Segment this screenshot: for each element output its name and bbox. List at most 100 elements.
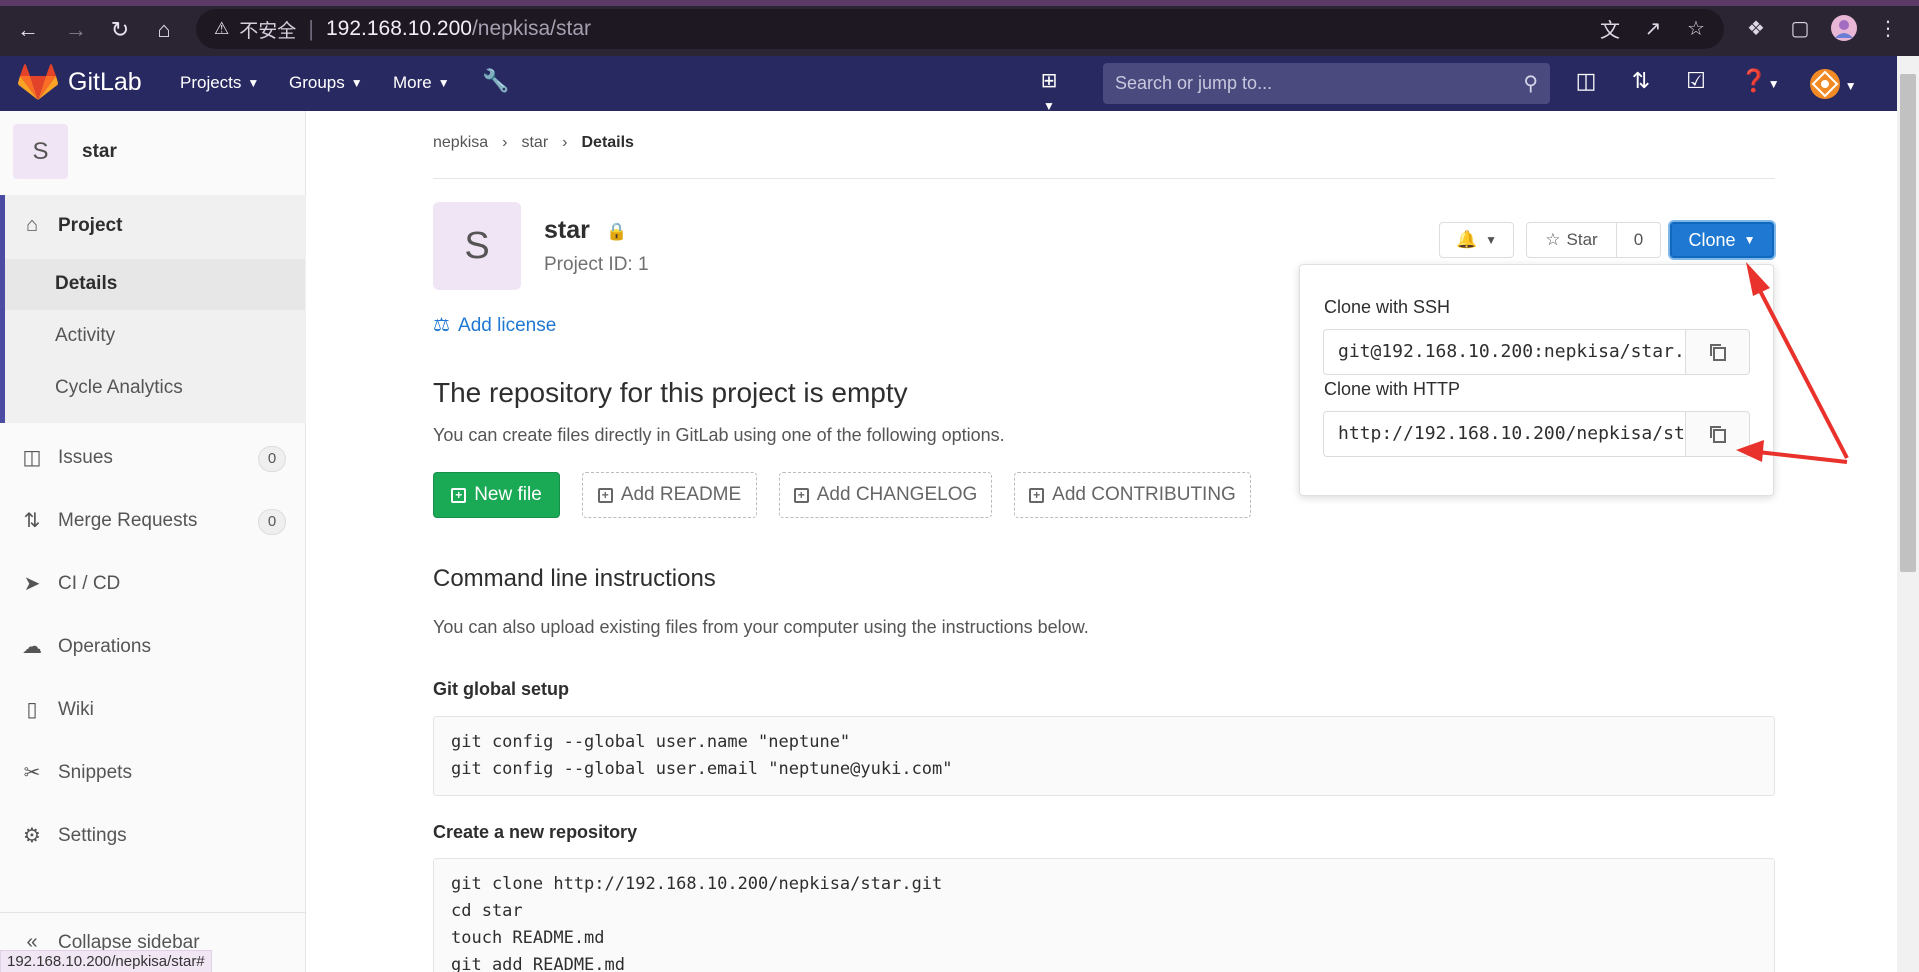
nav-more-label: More [393,73,432,92]
sidebar-item-merge-requests[interactable]: ⇅ Merge Requests [20,508,198,533]
sidebar-subitem-activity[interactable]: Activity [55,325,115,347]
sidebar-subitem-cycle-analytics[interactable]: Cycle Analytics [55,377,183,399]
star-label: Star [1566,230,1598,249]
create-repo-code: git clone http://192.168.10.200/nepkisa/… [433,858,1775,972]
translate-icon[interactable]: 文 [1594,12,1626,44]
reload-icon[interactable]: ↻ [102,12,138,48]
gear-icon: ⚙ [23,825,41,847]
bell-icon: 🔔 [1455,230,1478,249]
plus-square-icon: + [1029,487,1045,503]
sidebar-project-header[interactable]: S star [13,124,117,179]
add-readme-button[interactable]: + Add README [582,472,757,518]
lock-icon: 🔒 [606,222,628,241]
browser-menu-icon[interactable]: ⋮ [1872,12,1904,44]
issues-icon: ◫ [22,447,42,469]
warning-icon: ⚠ [214,19,230,38]
plus-square-icon: + [793,487,809,503]
merge-requests-count-badge: 0 [258,509,286,535]
clone-label: Clone [1688,229,1736,250]
breadcrumb: nepkisa › star › Details [433,134,634,152]
star-button[interactable]: ☆ Star [1527,223,1617,257]
book-icon: ▯ [26,699,38,721]
issues-nav-icon[interactable]: ◫ [1571,68,1601,94]
clone-ssh-label: Clone with SSH [1324,297,1451,317]
user-avatar-icon[interactable]: ▼ [1803,68,1863,100]
search-icon: ⚲ [1523,73,1538,95]
sidebar-item-label: Settings [58,824,127,846]
sidebar-item-label: Merge Requests [58,509,198,531]
copy-http-url-button[interactable] [1685,411,1750,457]
home-icon: ⌂ [25,214,39,236]
sidepanel-icon[interactable]: ▢ [1784,12,1816,44]
scale-icon: ⚖ [433,315,451,336]
nav-projects-label: Projects [180,73,242,92]
back-icon[interactable]: ← [10,12,46,48]
sidebar-item-settings[interactable]: ⚙ Settings [20,823,127,848]
notification-dropdown[interactable]: 🔔 ▼ [1439,222,1514,258]
todos-nav-icon[interactable]: ☑ [1681,68,1711,94]
nav-more[interactable]: More ▼ [393,73,450,93]
nav-groups-label: Groups [289,73,345,92]
extensions-icon[interactable]: ❖ [1740,12,1772,44]
scissors-icon: ✂ [23,762,41,784]
url-host: 192.168.10.200 [325,17,472,40]
cloud-gear-icon: ☁ [22,636,42,658]
clone-button[interactable]: Clone ▼ [1670,222,1774,258]
new-file-button[interactable]: + New file [433,472,560,518]
chevron-right-icon: › [502,134,508,151]
sidebar-item-label: Wiki [58,698,94,720]
issues-count-badge: 0 [258,446,286,472]
add-contributing-label: Add CONTRIBUTING [1052,484,1236,505]
chevron-down-icon: ▼ [247,76,260,90]
search-input[interactable]: Search or jump to... ⚲ [1103,63,1550,104]
breadcrumb-item[interactable]: nepkisa [433,134,488,152]
chevron-right-icon: › [562,134,568,151]
url-path: /nepkisa/star [471,17,592,40]
share-icon[interactable]: ↗ [1637,12,1669,44]
bookmark-star-icon[interactable]: ☆ [1680,12,1712,44]
create-repo-title: Create a new repository [433,822,638,842]
chevron-down-icon: ▼ [350,76,363,90]
sidebar-item-label: CI / CD [58,572,121,594]
git-global-setup-code: git config --global user.name "neptune" … [433,716,1775,796]
sidebar-item-ci-cd[interactable]: ➤ CI / CD [20,571,121,596]
add-license-link[interactable]: ⚖ Add license [433,314,556,337]
admin-wrench-icon[interactable]: 🔧 [481,68,511,94]
breadcrumb-item[interactable]: star [521,134,548,152]
star-count[interactable]: 0 [1617,230,1660,250]
sidebar-item-wiki[interactable]: ▯ Wiki [20,697,94,722]
scrollbar-thumb[interactable] [1900,74,1916,572]
merge-requests-nav-icon[interactable]: ⇅ [1626,68,1656,94]
gitlab-logo-icon[interactable] [18,64,58,107]
add-license-label: Add license [458,314,557,336]
sidebar-item-issues[interactable]: ◫ Issues [20,445,113,470]
gitlab-brand[interactable]: GitLab [68,68,142,97]
add-changelog-label: Add CHANGELOG [816,484,978,505]
copy-icon [1709,344,1726,361]
new-item-plus-icon[interactable]: ⊞ ▼ [1034,68,1064,116]
clone-ssh-url-field[interactable]: git@192.168.10.200:nepkisa/star.git [1323,329,1686,375]
star-button-group: ☆ Star 0 [1526,222,1661,258]
sidebar-item-operations[interactable]: ☁ Operations [20,634,151,659]
nav-groups[interactable]: Groups ▼ [289,73,363,93]
add-changelog-button[interactable]: + Add CHANGELOG [779,472,992,518]
sidebar-item-snippets[interactable]: ✂ Snippets [20,760,132,785]
sidebar-subitem-details[interactable]: Details [55,273,117,295]
profile-avatar-icon[interactable] [1828,12,1860,44]
breadcrumb-current[interactable]: Details [581,134,633,152]
nav-projects[interactable]: Projects ▼ [180,73,259,93]
help-icon[interactable]: ❓▼ [1735,68,1785,94]
chevron-down-icon: ▼ [437,76,450,90]
chevron-down-icon: ▼ [1743,233,1756,247]
forward-icon[interactable]: → [58,12,94,48]
sidebar-item-label: Issues [58,446,113,468]
copy-ssh-url-button[interactable] [1685,329,1750,375]
empty-repo-text: You can create files directly in GitLab … [433,425,1005,445]
git-global-setup-title: Git global setup [433,679,570,699]
sidebar-item-project[interactable]: ⌂ Project [20,214,122,237]
add-contributing-button[interactable]: + Add CONTRIBUTING [1014,472,1251,518]
tab-strip [0,0,1919,6]
address-bar[interactable]: ⚠ 不安全 | 192.168.10.200 /nepkisa/star [196,9,1724,49]
home-icon[interactable]: ⌂ [146,12,182,48]
clone-http-url-field[interactable]: http://192.168.10.200/nepkisa/star.git [1323,411,1686,457]
